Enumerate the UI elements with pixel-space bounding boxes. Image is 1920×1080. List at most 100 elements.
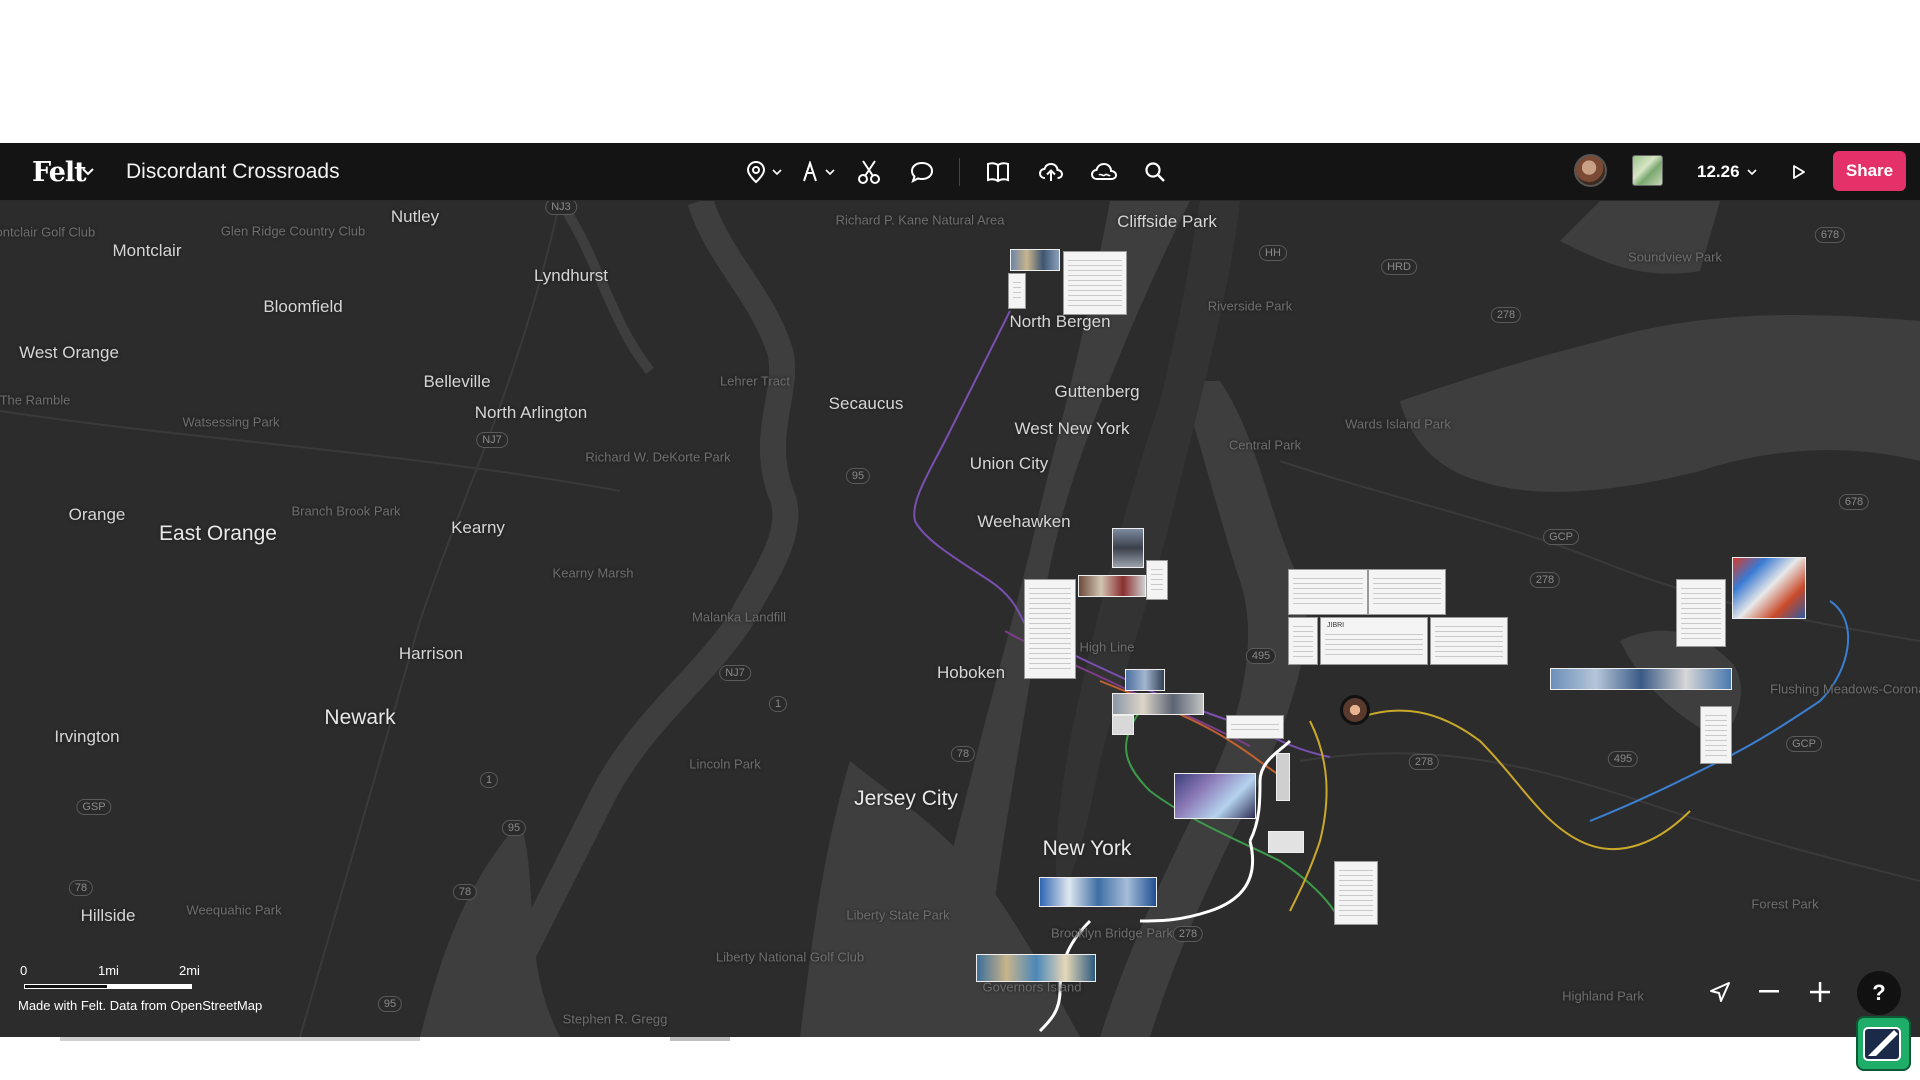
place-label: Irvington: [54, 727, 120, 746]
area-label: Lincoln Park: [689, 756, 761, 772]
highway-shield: HRD: [1381, 259, 1417, 275]
text-note[interactable]: [1288, 617, 1318, 665]
minus-icon: [1759, 990, 1779, 993]
area-label: Riverside Park: [1207, 298, 1293, 314]
pin-tool-button[interactable]: [744, 143, 784, 201]
area-label: Central Park: [1228, 437, 1302, 453]
place-label: North Arlington: [474, 403, 588, 422]
map-attribution[interactable]: Made with Felt. Data from OpenStreetMap: [18, 998, 262, 1013]
area-label: Brooklyn Bridge Park: [1050, 925, 1174, 941]
zoom-in-button[interactable]: [1805, 977, 1835, 1007]
photo-thumbnail[interactable]: [1010, 249, 1060, 271]
photo-thumbnail[interactable]: [976, 954, 1096, 982]
avatar-marker[interactable]: [1340, 695, 1370, 725]
zoom-level-dropdown[interactable]: 12.26: [1697, 143, 1757, 201]
map-pin-icon: [746, 160, 766, 184]
text-note[interactable]: [1700, 706, 1732, 764]
extension-icon[interactable]: [1856, 1016, 1911, 1071]
place-label: Weehawken: [977, 512, 1071, 531]
photo-thumbnail[interactable]: [1732, 557, 1806, 619]
photo-thumbnail[interactable]: [1268, 831, 1304, 853]
photo-thumbnail[interactable]: [1039, 877, 1157, 907]
map-canvas[interactable]: Cliffside Park North Bergen Guttenberg W…: [0, 201, 1920, 1037]
text-note[interactable]: [1008, 273, 1026, 309]
place-label: West New York: [1014, 419, 1130, 438]
place-label: West Orange: [19, 343, 119, 362]
play-icon: [1793, 165, 1805, 179]
place-label: North Bergen: [1009, 312, 1111, 331]
photo-thumbnail[interactable]: [1112, 528, 1144, 568]
search-tool-button[interactable]: [1143, 143, 1167, 201]
text-note[interactable]: [1676, 579, 1726, 647]
area-label: Richard W. DeKorte Park: [585, 449, 731, 465]
highway-shield: 278: [1490, 307, 1522, 323]
place-label: Guttenberg: [1054, 382, 1140, 401]
cut-tool-button[interactable]: [856, 143, 882, 201]
data-tool-button[interactable]: [1089, 143, 1119, 201]
felt-logo[interactable]: Felt: [32, 143, 87, 201]
comment-tool-button[interactable]: [908, 143, 936, 201]
highway-shield: NJ7: [476, 432, 508, 448]
highway-shield: NJ7: [719, 665, 751, 681]
text-note[interactable]: [1334, 861, 1378, 925]
text-icon: [803, 161, 817, 182]
photo-thumbnail[interactable]: [1174, 773, 1256, 819]
place-label: Orange: [68, 505, 126, 524]
user-avatar[interactable]: [1574, 154, 1607, 187]
area-label: Wards Island Park: [1345, 416, 1451, 432]
map-title[interactable]: Discordant Crossroads: [126, 143, 340, 201]
place-label: Secaucus: [828, 394, 904, 413]
area-label: Montclair Golf Club: [0, 224, 96, 240]
place-label: Newark: [324, 706, 396, 729]
photo-thumbnail[interactable]: [1276, 753, 1290, 801]
place-label: New York: [1042, 837, 1132, 860]
photo-thumbnail[interactable]: [1550, 668, 1732, 690]
place-label: Harrison: [398, 644, 464, 663]
scale-label-zero: 0: [20, 963, 28, 978]
chevron-down-icon: [1746, 169, 1757, 175]
photo-thumbnail[interactable]: [1125, 669, 1165, 691]
highway-shield: 678: [1838, 494, 1870, 510]
scale-bar: 0 1mi 2mi: [20, 963, 200, 989]
text-note[interactable]: [1430, 617, 1508, 665]
text-note[interactable]: [1226, 715, 1284, 739]
area-label: Lehrer Tract: [719, 373, 791, 389]
text-note[interactable]: [1288, 569, 1368, 615]
place-label: Union City: [969, 454, 1049, 473]
highway-shield: 78: [452, 884, 478, 900]
text-note[interactable]: [1024, 579, 1076, 679]
area-label: Highland Park: [1562, 988, 1644, 1004]
area-label: Liberty National Golf Club: [715, 949, 865, 965]
text-tool-button[interactable]: [798, 143, 838, 201]
highway-shield: 1: [479, 772, 499, 788]
highway-shield: GSP: [76, 799, 112, 815]
plus-icon: [1810, 982, 1830, 1002]
zoom-out-button[interactable]: [1754, 977, 1784, 1007]
library-tool-button[interactable]: [985, 143, 1011, 201]
photo-thumbnail[interactable]: [1078, 575, 1146, 597]
locate-button[interactable]: [1705, 977, 1735, 1007]
place-label: Hoboken: [936, 663, 1006, 682]
present-button[interactable]: [1789, 143, 1809, 201]
share-button[interactable]: Share: [1833, 151, 1906, 191]
place-label: Kearny: [451, 518, 505, 537]
text-note[interactable]: [1146, 560, 1168, 600]
area-label: The Ramble: [0, 392, 71, 408]
place-label: Belleville: [423, 372, 491, 391]
text-note[interactable]: [1368, 569, 1446, 615]
photo-thumbnail[interactable]: [1112, 693, 1204, 715]
highway-shield: 495: [1607, 751, 1639, 767]
basemap: [0, 201, 1920, 1037]
basemap-thumbnail[interactable]: [1632, 155, 1663, 186]
text-note[interactable]: [1063, 251, 1127, 315]
navigation-arrow-icon: [1710, 982, 1730, 1002]
area-label: Kearny Marsh: [552, 565, 634, 581]
area-label: Stephen R. Gregg: [562, 1011, 668, 1027]
chevron-down-icon[interactable]: [82, 143, 94, 201]
scale-label-mid: 1mi: [98, 963, 119, 978]
edit-map-icon: [1863, 1027, 1901, 1061]
text-note[interactable]: JIBRI: [1320, 617, 1428, 665]
photo-thumbnail[interactable]: [1112, 715, 1134, 735]
upload-tool-button[interactable]: [1037, 143, 1065, 201]
help-button[interactable]: ?: [1857, 971, 1901, 1015]
